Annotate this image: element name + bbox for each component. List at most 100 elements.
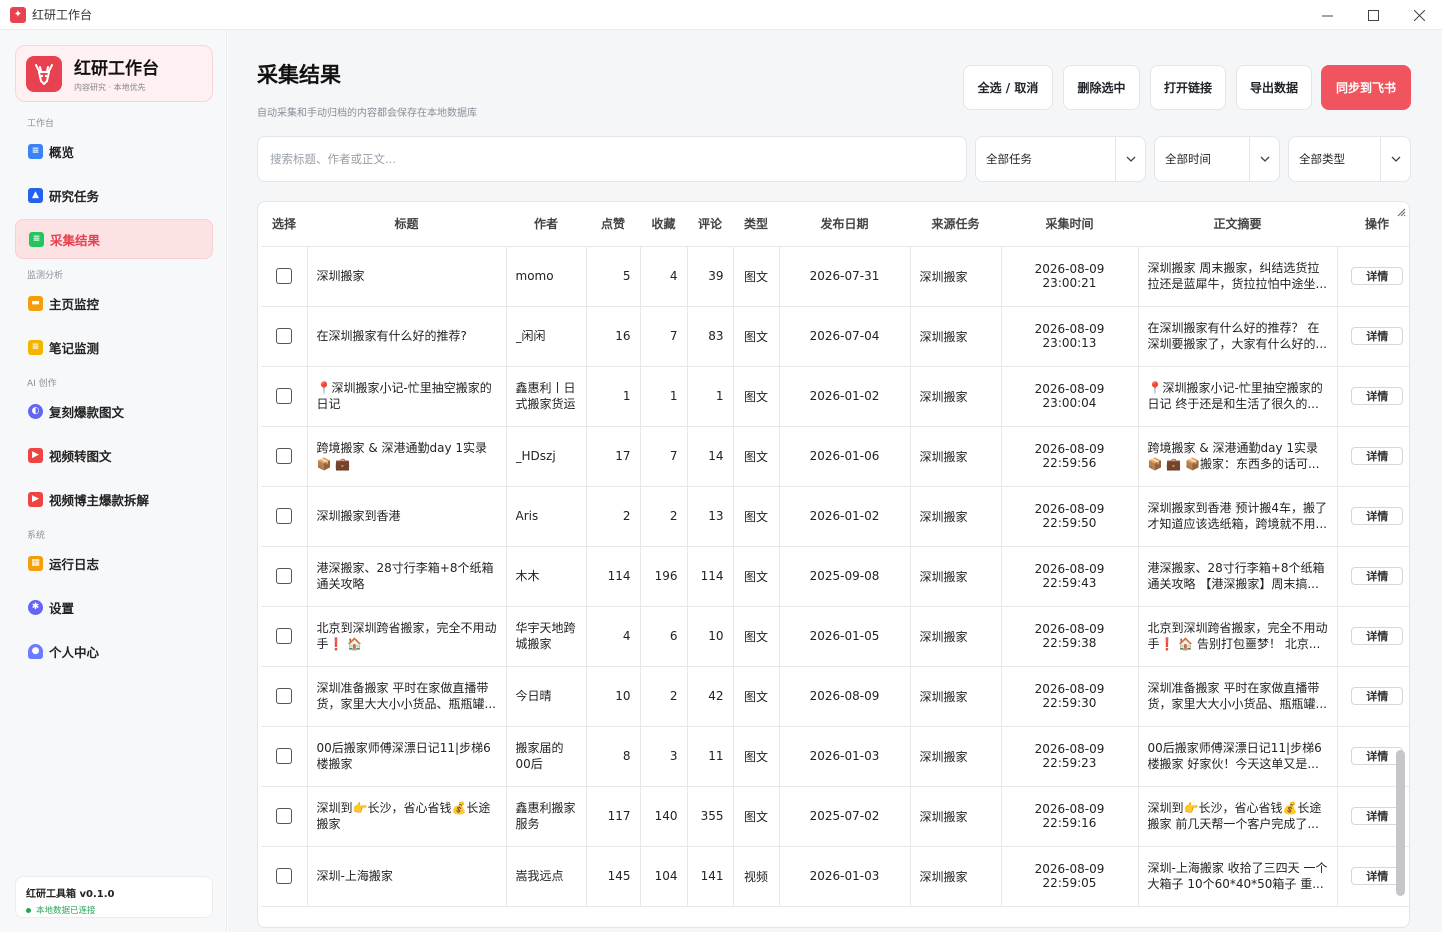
row-checkbox[interactable] bbox=[275, 688, 292, 704]
close-icon[interactable] bbox=[1396, 0, 1442, 30]
summary-cell: 深圳搬家到香港 预计搬4车，搬了才知道应该选纸箱，跨境就不用... bbox=[1138, 486, 1338, 547]
sync-feishu-button[interactable]: 同步到飞书 bbox=[1321, 65, 1411, 110]
table-row[interactable]: 跨境搬家 & 深港通勤day 1实录 📦 💼 _HDszj 17 7 14 图文 2026-… bbox=[261, 426, 1409, 487]
summary-cell: 📍深圳搬家小记-忙里抽空搬家的日记 终于还是和生活了很久的... bbox=[1138, 366, 1338, 427]
detail-button[interactable]: 详情 bbox=[1351, 267, 1404, 285]
column-header[interactable]: 作者 bbox=[506, 202, 586, 247]
column-header[interactable]: 收藏 bbox=[640, 202, 687, 247]
author-cell-text: _闲闲 bbox=[515, 329, 546, 343]
comments-cell: 39 bbox=[687, 246, 734, 307]
title-cell-text: 深圳准备搬家 平时在家做直播带货，家里大大小小货品、瓶瓶罐... bbox=[316, 681, 496, 711]
sidebar-item-research-tasks[interactable]: ▲ 研究任务 bbox=[15, 175, 213, 215]
author-cell: 鑫惠利丨日式搬家货运 bbox=[506, 366, 587, 427]
column-header[interactable]: 类型 bbox=[733, 202, 779, 247]
detail-button[interactable]: 详情 bbox=[1351, 387, 1404, 405]
sidebar-item-profile[interactable]: ● 个人中心 bbox=[15, 631, 213, 671]
row-checkbox[interactable] bbox=[275, 448, 292, 464]
row-checkbox[interactable] bbox=[275, 808, 292, 824]
sidebar-item-label: 视频博主爆款拆解 bbox=[49, 492, 150, 508]
publish-date-cell: 2026-01-02 bbox=[779, 366, 911, 427]
collected-time-cell: 2026-08-09 22:59:30 bbox=[1001, 666, 1139, 727]
type-cell-text: 图文 bbox=[743, 749, 768, 764]
sidebar-item-overview[interactable]: ≡ 概览 bbox=[15, 131, 213, 171]
sidebar-item-settings[interactable]: ✱ 设置 bbox=[15, 587, 213, 627]
export-button[interactable]: 导出数据 bbox=[1236, 65, 1312, 110]
comments-cell: 141 bbox=[687, 846, 734, 907]
comments-cell: 1 bbox=[687, 366, 734, 427]
type-cell-text: 视频 bbox=[743, 869, 768, 884]
type-cell: 图文 bbox=[733, 366, 780, 427]
table-row[interactable]: 深圳-上海搬家 嵩我远点 145 104 141 视频 2026-01-03 深圳搬家 2026… bbox=[261, 846, 1409, 907]
source-task-cell: 深圳搬家 bbox=[910, 246, 1002, 307]
select-all-button[interactable]: 全选 / 取消 bbox=[963, 65, 1053, 110]
task-filter-select[interactable]: 全部任务 bbox=[975, 136, 1146, 182]
sidebar-item-label: 笔记监测 bbox=[49, 340, 100, 356]
row-checkbox[interactable] bbox=[275, 508, 292, 524]
column-header[interactable]: 点赞 bbox=[586, 202, 640, 247]
delete-selected-button[interactable]: 删除选中 bbox=[1063, 65, 1140, 110]
table-row[interactable]: 在深圳搬家有什么好的推荐? _闲闲 16 7 83 图文 2026-07-04 深圳搬家 202… bbox=[261, 306, 1409, 367]
table-row[interactable]: 深圳准备搬家 平时在家做直播带货，家里大大小小货品、瓶瓶罐... 今日晴 10 2 42… bbox=[261, 666, 1409, 727]
row-checkbox[interactable] bbox=[275, 328, 292, 344]
column-header[interactable]: 评论 bbox=[687, 202, 733, 247]
table-scrollbar[interactable] bbox=[1396, 750, 1405, 896]
minimize-icon[interactable] bbox=[1304, 0, 1350, 30]
table-row[interactable]: 📍深圳搬家小记-忙里抽空搬家的日记 鑫惠利丨日式搬家货运 1 1 1 图文 2026-01-… bbox=[261, 366, 1409, 427]
author-cell: momo bbox=[506, 246, 587, 307]
comments-cell: 11 bbox=[687, 726, 734, 787]
table-row[interactable]: 深圳搬家到香港 Aris 2 2 13 图文 2026-01-02 深圳搬家 2026-08-0… bbox=[261, 486, 1409, 547]
detail-button[interactable]: 详情 bbox=[1351, 627, 1404, 645]
row-checkbox[interactable] bbox=[275, 748, 292, 764]
column-header[interactable]: 采集时间 bbox=[1001, 202, 1138, 247]
play-icon: ▶ bbox=[28, 491, 43, 507]
row-checkbox[interactable] bbox=[275, 268, 292, 284]
sidebar-item-results[interactable]: ≡ 采集结果 bbox=[15, 219, 213, 259]
row-checkbox[interactable] bbox=[275, 388, 292, 404]
title-cell: 深圳到👉长沙，省心省钱💰长途搬家 bbox=[307, 786, 507, 847]
sidebar-item-homepage-monitor[interactable]: ▬ 主页监控 bbox=[15, 283, 213, 323]
sidebar-item-replicate-posts[interactable]: ◐ 复刻爆款图文 bbox=[15, 391, 213, 431]
detail-button[interactable]: 详情 bbox=[1351, 447, 1404, 465]
table-row[interactable]: 深圳搬家 momo 5 4 39 图文 2026-07-31 深圳搬家 2026-08-09 2… bbox=[261, 246, 1409, 307]
sidebar-item-video-breakdown[interactable]: ▶ 视频博主爆款拆解 bbox=[15, 479, 213, 519]
open-link-button[interactable]: 打开链接 bbox=[1150, 65, 1226, 110]
column-header[interactable]: 来源任务 bbox=[910, 202, 1001, 247]
title-cell: 在深圳搬家有什么好的推荐? bbox=[307, 306, 507, 367]
favorites-cell: 104 bbox=[640, 846, 688, 907]
search-input[interactable] bbox=[257, 136, 967, 182]
publish-date-cell-text: 2026-01-05 bbox=[809, 629, 880, 643]
column-header[interactable]: 发布日期 bbox=[779, 202, 910, 247]
table-row[interactable]: 00后搬家师傅深漂日记11|步梯6楼搬家 搬家届的00后 8 3 11 图文 2026-01… bbox=[261, 726, 1409, 787]
author-cell-text: 鑫惠利搬家服务 bbox=[515, 801, 576, 831]
row-checkbox[interactable] bbox=[275, 868, 292, 884]
app-version: 红研工具箱 v0.1.0 bbox=[26, 889, 115, 900]
publish-date-cell-text: 2026-01-02 bbox=[809, 389, 880, 403]
section-label-workbench: 工作台 bbox=[27, 119, 55, 129]
favorites-cell-text: 4 bbox=[669, 269, 678, 283]
brand-subtitle: 内容研究 · 本地优先 bbox=[74, 83, 146, 92]
maximize-icon[interactable] bbox=[1350, 0, 1396, 30]
column-header[interactable]: 正文摘要 bbox=[1138, 202, 1337, 247]
detail-button[interactable]: 详情 bbox=[1351, 327, 1404, 345]
table-row[interactable]: 深圳到👉长沙，省心省钱💰长途搬家 鑫惠利搬家服务 117 140 355 图文 2025-0… bbox=[261, 786, 1409, 847]
row-checkbox[interactable] bbox=[275, 628, 292, 644]
source-task-cell-text: 深圳搬家 bbox=[919, 869, 968, 884]
type-filter-select[interactable]: 全部类型 bbox=[1288, 136, 1411, 182]
time-filter-select[interactable]: 全部时间 bbox=[1154, 136, 1280, 182]
publish-date-cell: 2026-07-04 bbox=[779, 306, 911, 367]
sidebar-item-video-to-post[interactable]: ▶ 视频转图文 bbox=[15, 435, 213, 475]
resize-grip-icon[interactable] bbox=[1397, 206, 1406, 217]
detail-button[interactable]: 详情 bbox=[1351, 687, 1404, 705]
column-header: 选择 bbox=[261, 202, 307, 247]
detail-button[interactable]: 详情 bbox=[1351, 567, 1404, 585]
sidebar-item-note-monitor[interactable]: ≡ 笔记监测 bbox=[15, 327, 213, 367]
sidebar-item-run-log[interactable]: ▦ 运行日志 bbox=[15, 543, 213, 583]
column-header[interactable]: 标题 bbox=[307, 202, 506, 247]
summary-cell-text: 北京到深圳跨省搬家，完全不用动手❗ 🏠 告别打包噩梦！ 北京... bbox=[1147, 621, 1328, 651]
row-checkbox[interactable] bbox=[275, 568, 292, 584]
action-cell: 详情 bbox=[1337, 666, 1409, 727]
author-cell: _HDszj bbox=[506, 426, 587, 487]
table-row[interactable]: 港深搬家、28寸行李箱+8个纸箱通关攻略 木木 114 196 114 图文 2025-09… bbox=[261, 546, 1409, 607]
table-row[interactable]: 北京到深圳跨省搬家，完全不用动手❗ 🏠 华宇天地跨城搬家 4 6 10 图文 2026-01… bbox=[261, 606, 1409, 667]
detail-button[interactable]: 详情 bbox=[1351, 507, 1404, 525]
